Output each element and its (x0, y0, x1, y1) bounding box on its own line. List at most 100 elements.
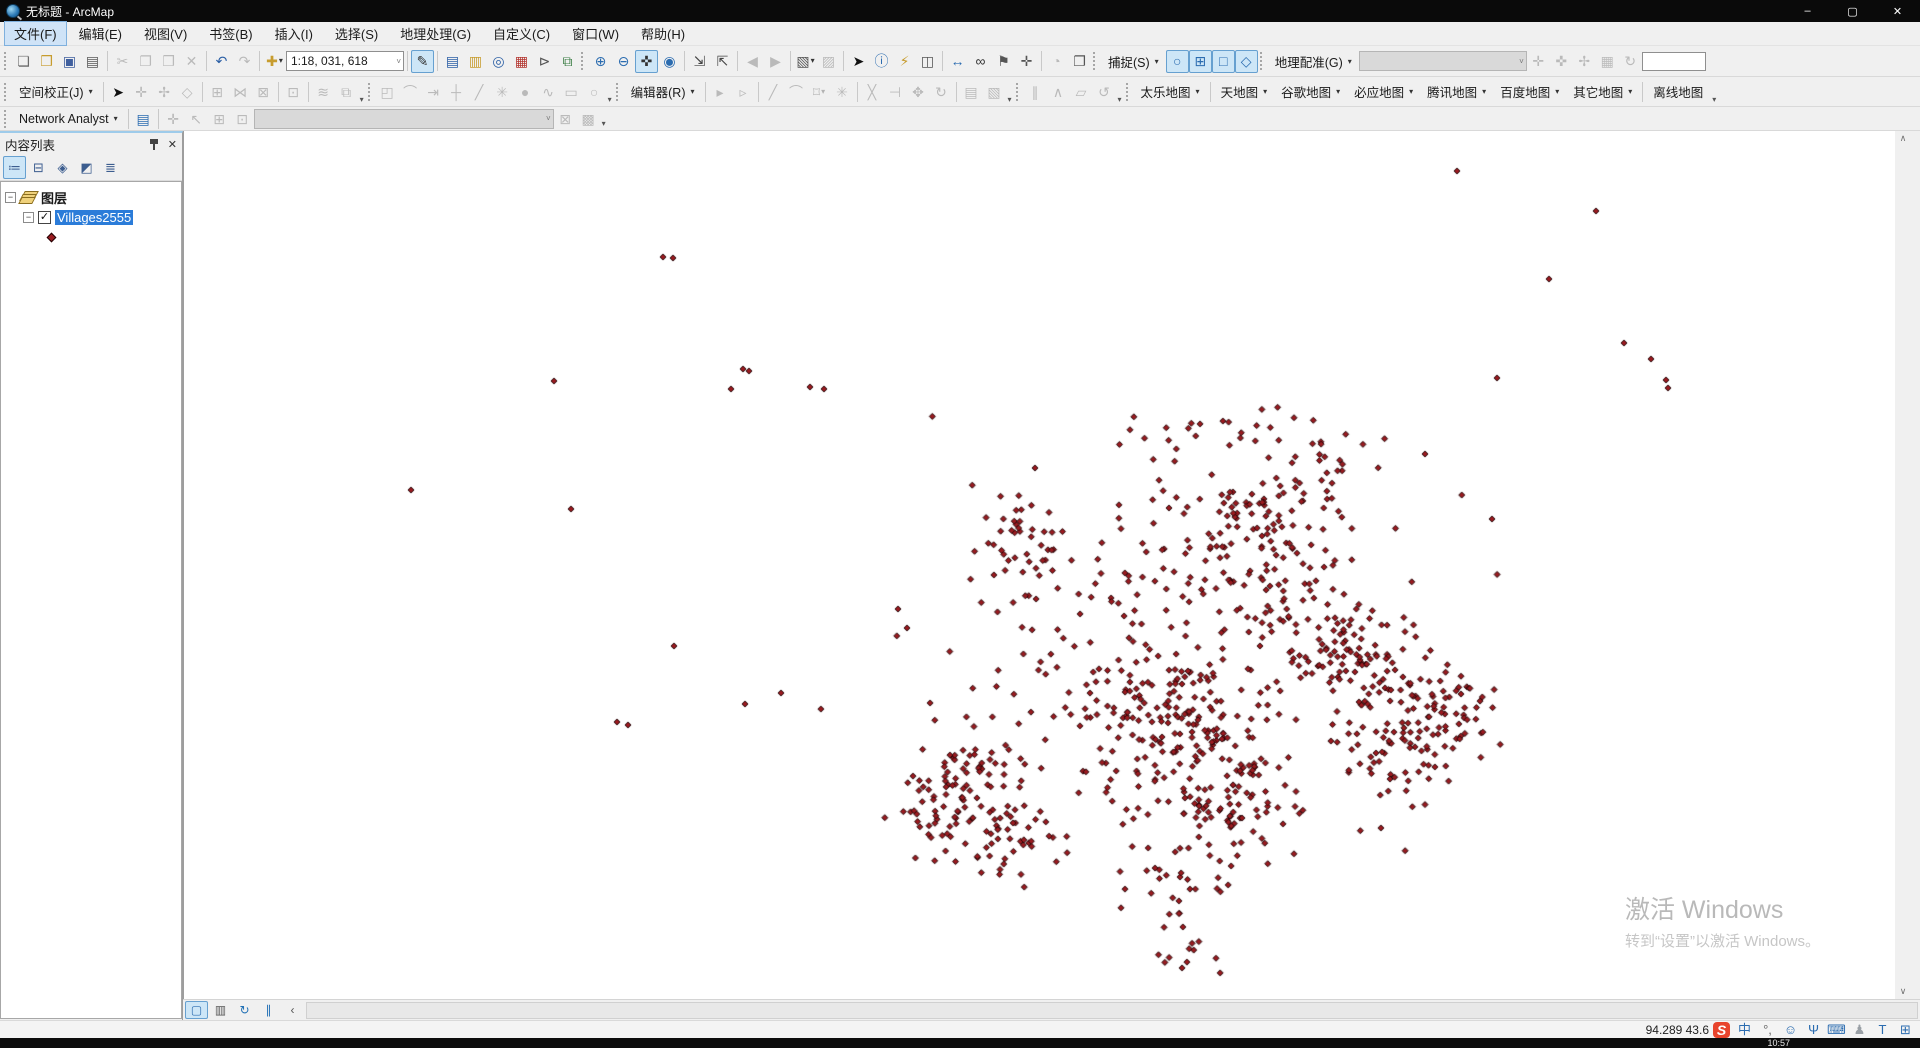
scroll-down-icon[interactable]: ∨ (1900, 986, 1907, 997)
line-intersection-tool-icon[interactable]: ╱ (468, 80, 491, 103)
attribute-transfer-tool-icon[interactable]: ⧉ (335, 80, 358, 103)
input-mode-chinese-icon[interactable]: 中 (1736, 1022, 1753, 1038)
minimize-button[interactable]: – (1785, 0, 1830, 22)
build-network-icon[interactable]: ⊞ (208, 109, 231, 129)
move-tool-icon[interactable]: ✥ (907, 80, 930, 103)
pin-icon[interactable] (149, 138, 160, 151)
hyperlink-icon[interactable]: ⚡ (893, 50, 916, 73)
go-forward-extent-icon[interactable]: ▶ (764, 50, 787, 73)
fixed-zoom-in-icon[interactable]: ⇲ (688, 50, 711, 73)
toolbar-grip[interactable] (4, 83, 8, 101)
sketch-properties-icon[interactable]: ▧ (983, 80, 1006, 103)
new-document-icon[interactable]: ❏ (12, 50, 35, 73)
print-icon[interactable]: ▤ (81, 50, 104, 73)
list-by-source-icon[interactable]: ⊟ (27, 156, 50, 179)
arctoolbox-window-icon[interactable]: ▦ (510, 50, 533, 73)
select-features-icon[interactable]: ▧▾ (794, 50, 817, 73)
toolbar-overflow-icon[interactable]: ▾ (1006, 95, 1014, 104)
cut-icon[interactable]: ✂ (111, 50, 134, 73)
vertical-scrollbar[interactable]: ∧ ∨ (1894, 131, 1911, 999)
go-to-xy-icon[interactable]: ✛ (1015, 50, 1038, 73)
toolbar-overflow-icon[interactable]: ▾ (606, 95, 614, 104)
collapse-layer-icon[interactable]: − (23, 212, 34, 223)
identify-icon[interactable]: ⓘ (870, 50, 893, 73)
endpoint-arc-tool-icon[interactable]: ⌒ (785, 80, 808, 103)
view-link-table-icon[interactable]: ⊞ (206, 80, 229, 103)
toolbar-grip[interactable] (581, 52, 585, 70)
multiple-links-icon[interactable]: ⋈ (229, 80, 252, 103)
new-displacement-link-icon[interactable]: ✛ (130, 80, 153, 103)
spatial-adjustment-menu[interactable]: 空间校正(J)▾ (12, 79, 100, 104)
close-button[interactable]: ✕ (1875, 0, 1920, 22)
menu-插入(I)[interactable]: 插入(I) (265, 21, 323, 46)
find-icon[interactable]: ∞ (969, 50, 992, 73)
network-identify-icon[interactable]: ⊠ (554, 109, 577, 129)
adjust-icon[interactable]: ≋ (312, 80, 335, 103)
menu-帮助(H)[interactable]: 帮助(H) (631, 21, 695, 46)
punctuation-mode-icon[interactable]: °, (1759, 1022, 1776, 1038)
save-document-icon[interactable]: ▣ (58, 50, 81, 73)
bing-maps-menu[interactable]: 必应地图▾ (1347, 79, 1420, 104)
menu-书签(B)[interactable]: 书签(B) (199, 21, 262, 46)
auto-registration-icon[interactable]: ✜ (1550, 50, 1573, 73)
catalog-window-icon[interactable]: ▥ (464, 50, 487, 73)
toolbar-overflow-icon[interactable]: ▾ (600, 119, 608, 128)
rectangle-tool-icon[interactable]: ▭ (560, 80, 583, 103)
select-link-icon[interactable]: ✢ (1573, 50, 1596, 73)
tianditu-menu[interactable]: 天地图▾ (1214, 79, 1275, 104)
explode-tool-icon[interactable]: ✳ (491, 80, 514, 103)
toolbar-grip[interactable] (1093, 52, 1097, 70)
list-by-drawing-order-icon[interactable]: ≔ (3, 156, 26, 179)
go-back-extent-icon[interactable]: ◀ (741, 50, 764, 73)
toolbar-grip[interactable] (4, 52, 8, 70)
create-network-location-tool-icon[interactable]: ✛ (162, 109, 185, 129)
layer-visibility-checkbox[interactable]: ✓ (38, 211, 51, 224)
point-tool-icon[interactable]: ✳ (831, 80, 854, 103)
sogou-toolbox-icon[interactable]: ⊞ (1897, 1022, 1914, 1038)
georeferencing-menu[interactable]: 地理配准(G)▾ (1268, 49, 1359, 74)
python-window-icon[interactable]: ⊳ (533, 50, 556, 73)
model-builder-window-icon[interactable]: ⧉ (556, 50, 579, 73)
scroll-up-icon[interactable]: ∧ (1900, 133, 1907, 144)
voice-input-icon[interactable]: Ψ (1805, 1022, 1822, 1038)
account-icon[interactable]: ♟ (1851, 1022, 1868, 1038)
edit-tool-icon[interactable]: ▸ (709, 80, 732, 103)
toolbar-grip[interactable] (368, 83, 372, 101)
copy-icon[interactable]: ❐ (134, 50, 157, 73)
adjustment-select-tool-icon[interactable]: ➤ (107, 80, 130, 103)
editor-toolbar-toggle-icon[interactable]: ✎ (411, 50, 434, 73)
list-by-selection-icon[interactable]: ◩ (75, 156, 98, 179)
cut-polygons-tool-icon[interactable]: ╳ (861, 80, 884, 103)
fillet-tool-icon[interactable]: ⌒ (399, 80, 422, 103)
parallel-tool-icon[interactable]: ∥ (1024, 80, 1047, 103)
paste-icon[interactable]: ❒ (157, 50, 180, 73)
smooth-tool-icon[interactable]: ● (514, 80, 537, 103)
map-scale-combo[interactable]: 1:18, 031, 618˅ (286, 51, 404, 71)
layer-point-symbol[interactable] (47, 232, 57, 242)
select-move-network-locations-tool-icon[interactable]: ↖ (185, 109, 208, 129)
add-data-icon[interactable]: ✚▾ (263, 50, 286, 73)
adjustment-preview-window-icon[interactable]: ⊡ (282, 80, 305, 103)
toolbar-grip[interactable] (4, 110, 8, 128)
toolbar-grip[interactable] (616, 83, 620, 101)
vertex-snapping-icon[interactable]: □ (1212, 50, 1235, 73)
generalize-tool-icon[interactable]: ∿ (537, 80, 560, 103)
toolbar-overflow-icon[interactable]: ▾ (1116, 95, 1124, 104)
edge-snapping-icon[interactable]: ◇ (1235, 50, 1258, 73)
full-extent-icon[interactable]: ◉ (658, 50, 681, 73)
link-table-icon[interactable]: ▦ (1596, 50, 1619, 73)
toolbar-overflow-icon[interactable]: ▾ (358, 95, 366, 104)
zoom-in-tool-icon[interactable]: ⊕ (589, 50, 612, 73)
other-maps-menu[interactable]: 其它地图▾ (1566, 79, 1639, 104)
attributes-window-icon[interactable]: ▤ (960, 80, 983, 103)
georeferencing-layer-combo[interactable]: ˅ (1359, 51, 1527, 71)
find-route-icon[interactable]: ⚑ (992, 50, 1015, 73)
time-slider-icon[interactable]: ◔ (1045, 50, 1068, 73)
sogou-logo-icon[interactable]: S (1713, 1022, 1730, 1038)
menu-文件(F)[interactable]: 文件(F) (4, 21, 67, 46)
rotate-tool-icon[interactable]: ↻ (930, 80, 953, 103)
add-control-points-icon[interactable]: ✛ (1527, 50, 1550, 73)
menu-编辑(E)[interactable]: 编辑(E) (69, 21, 132, 46)
layout-view-icon[interactable]: ▥ (209, 1001, 232, 1019)
search-window-icon[interactable]: ◎ (487, 50, 510, 73)
